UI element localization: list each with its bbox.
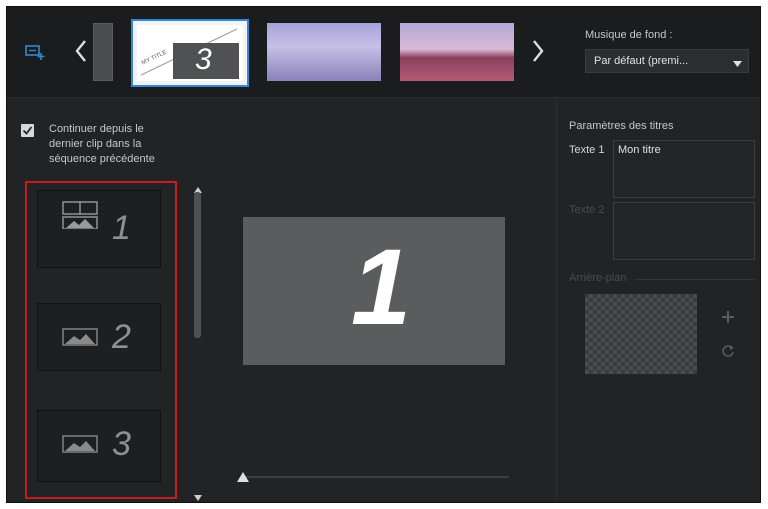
thumbnail-2[interactable] bbox=[267, 23, 381, 81]
continue-label-line2: dernier clip dans la bbox=[49, 138, 142, 150]
continue-option[interactable]: Continuer depuis le dernier clip dans la… bbox=[21, 122, 191, 168]
background-label: Arrière-plan bbox=[569, 272, 627, 284]
preview-area: 1 bbox=[243, 217, 505, 365]
layout-icon bbox=[62, 201, 98, 234]
text2-field[interactable] bbox=[613, 202, 755, 260]
music-select-value: Par défaut (premi... bbox=[594, 55, 689, 67]
thumbnail-3[interactable] bbox=[400, 23, 514, 81]
thumbnail-partial[interactable] bbox=[93, 23, 113, 81]
slot-2[interactable]: 2 bbox=[37, 303, 161, 371]
rotate-icon[interactable] bbox=[721, 344, 735, 363]
slot-number: 1 bbox=[112, 209, 131, 247]
continue-label-line3: séquence précédente bbox=[49, 153, 155, 165]
music-select[interactable]: Par défaut (premi... bbox=[585, 49, 749, 73]
slot-1[interactable]: 1 bbox=[37, 190, 161, 268]
add-slide-icon[interactable] bbox=[25, 43, 45, 61]
timeline-track[interactable] bbox=[243, 476, 509, 478]
slot-number: 2 bbox=[112, 318, 131, 356]
text1-label: Texte 1 bbox=[569, 144, 605, 156]
scrollbar-thumb[interactable] bbox=[194, 192, 201, 338]
text2-label: Texte 2 bbox=[569, 204, 605, 216]
background-swatch[interactable] bbox=[585, 294, 697, 374]
continue-label-line1: Continuer depuis le bbox=[49, 123, 144, 135]
plus-icon[interactable] bbox=[721, 310, 735, 329]
music-label: Musique de fond : bbox=[585, 29, 673, 41]
slot-number: 3 bbox=[112, 425, 131, 463]
thumbnail-current-number-box: 3 bbox=[173, 43, 239, 79]
chevron-left-icon[interactable] bbox=[74, 38, 88, 68]
title-settings-panel: Paramètres des titres Texte 1 Mon titre … bbox=[556, 98, 761, 502]
text1-value: Mon titre bbox=[618, 144, 661, 156]
timeline-handle[interactable] bbox=[237, 469, 249, 487]
thumbnail-current-number: 3 bbox=[195, 43, 212, 76]
text1-field[interactable]: Mon titre bbox=[613, 140, 755, 198]
title-params-label: Paramètres des titres bbox=[569, 120, 674, 132]
caret-down-icon bbox=[733, 58, 742, 70]
checkbox-icon[interactable] bbox=[21, 124, 34, 137]
background-divider bbox=[635, 279, 755, 280]
slot-list-scrollbar[interactable] bbox=[192, 180, 204, 501]
preview-number: 1 bbox=[351, 226, 412, 347]
thumbnail-current-preview: 3 MY TITLE bbox=[137, 25, 243, 81]
picture-icon bbox=[62, 328, 98, 351]
top-toolbar: 3 MY TITLE Musique de fond : Par défaut … bbox=[7, 7, 760, 98]
sequence-panel: Continuer depuis le dernier clip dans la… bbox=[7, 98, 555, 502]
thumbnail-current[interactable]: 3 MY TITLE bbox=[131, 19, 249, 87]
chevron-right-icon[interactable] bbox=[531, 38, 545, 68]
slideshow-editor-window: 3 MY TITLE Musique de fond : Par défaut … bbox=[6, 6, 761, 503]
scroll-down-icon[interactable] bbox=[194, 488, 202, 506]
picture-icon bbox=[62, 435, 98, 458]
slot-3[interactable]: 3 bbox=[37, 410, 161, 482]
